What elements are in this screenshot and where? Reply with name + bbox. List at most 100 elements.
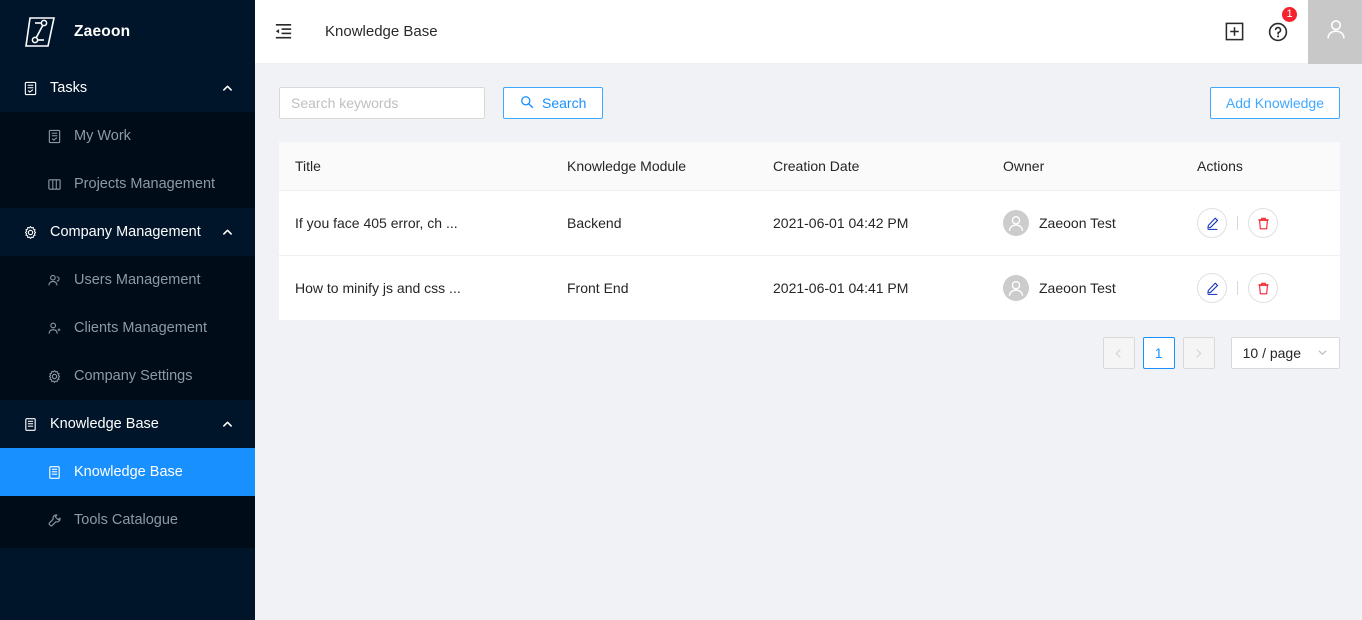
brand-name: Zaeoon (74, 23, 131, 40)
zaeoon-z-logo-icon (22, 12, 60, 52)
avatar[interactable] (1308, 0, 1362, 64)
sidebar-group-label: Company Management (50, 224, 201, 240)
owner-name: Zaeoon Test (1039, 215, 1116, 231)
chevron-up-icon[interactable] (221, 226, 233, 238)
column-header-title: Title (279, 142, 551, 191)
knowledge-table: Title Knowledge Module Creation Date Own… (279, 142, 1340, 321)
project-board-icon (46, 176, 62, 192)
sidebar-item-company-settings[interactable]: Company Settings (0, 352, 255, 400)
tasks-book-icon (22, 80, 38, 96)
table-body: If you face 405 error, ch ... Backend 20… (279, 190, 1340, 321)
user-avatar-icon (1003, 275, 1029, 301)
table-header-row: Title Knowledge Module Creation Date Own… (279, 142, 1340, 191)
team-icon (46, 272, 62, 288)
sidebar-menu: Tasks My Work Projects Management Compan… (0, 64, 255, 548)
sidebar-item-label: Projects Management (74, 176, 216, 192)
search-input[interactable] (279, 87, 485, 119)
action-divider (1237, 281, 1238, 295)
chevron-up-icon[interactable] (221, 418, 233, 430)
sidebar-group-tasks[interactable]: Tasks (0, 64, 255, 112)
pagination: 1 10 / page (279, 321, 1340, 369)
topbar: Knowledge Base 1 (255, 0, 1362, 64)
book-icon (46, 464, 62, 480)
brand-logo-row[interactable]: Zaeoon (0, 0, 255, 64)
table-row: How to minify js and css ... Front End 2… (279, 255, 1340, 321)
app-root: Zaeoon Tasks My Work Projects Management… (0, 0, 1362, 620)
cell-module: Front End (551, 255, 757, 321)
book-icon (46, 128, 62, 144)
sidebar-item-knowledge-base[interactable]: Knowledge Base (0, 448, 255, 496)
gear-icon (22, 224, 38, 240)
page-size-select[interactable]: 10 / page (1230, 337, 1340, 369)
search-toolbar: Search Add Knowledge (279, 64, 1340, 142)
sidebar-item-label: Users Management (74, 272, 201, 288)
user-add-icon (46, 320, 62, 336)
pagination-prev-button[interactable] (1102, 337, 1135, 369)
column-header-actions: Actions (1181, 142, 1340, 191)
sidebar-filler (0, 548, 255, 620)
trash-icon[interactable] (1248, 273, 1278, 303)
table-row: If you face 405 error, ch ... Backend 20… (279, 190, 1340, 256)
column-header-owner: Owner (987, 142, 1181, 191)
owner-name: Zaeoon Test (1039, 280, 1116, 296)
sidebar-sublist-knowledge-base: Knowledge Base Tools Catalogue (0, 448, 255, 544)
sidebar-item-label: Company Settings (74, 368, 193, 384)
cell-owner: Zaeoon Test (987, 190, 1181, 256)
chevron-down-icon (1317, 345, 1328, 361)
sidebar-item-users-management[interactable]: Users Management (0, 256, 255, 304)
sidebar-item-clients-management[interactable]: Clients Management (0, 304, 255, 352)
knowledge-table-card: Title Knowledge Module Creation Date Own… (279, 142, 1340, 321)
user-avatar-icon (1003, 210, 1029, 236)
sidebar-sublist-company-management: Users Management Clients Management Comp… (0, 256, 255, 400)
sidebar-sublist-tasks: My Work Projects Management (0, 112, 255, 208)
cell-module: Backend (551, 190, 757, 256)
cell-actions (1181, 190, 1340, 256)
chevron-left-icon (1115, 348, 1121, 358)
cell-actions (1181, 255, 1340, 321)
sidebar: Zaeoon Tasks My Work Projects Management… (0, 0, 255, 620)
cell-date: 2021-06-01 04:41 PM (757, 255, 987, 321)
sidebar-item-label: My Work (74, 128, 131, 144)
chevron-up-icon[interactable] (221, 82, 233, 94)
page-size-label: 10 / page (1242, 345, 1301, 361)
help-notification-badge: 1 (1281, 5, 1298, 23)
search-button[interactable]: Search (503, 87, 604, 119)
content-area: Search Add Knowledge Title Knowledge Mod… (255, 64, 1362, 620)
edit-pen-icon[interactable] (1197, 273, 1227, 303)
sidebar-item-my-work[interactable]: My Work (0, 112, 255, 160)
sidebar-item-label: Tools Catalogue (74, 512, 178, 528)
cell-date: 2021-06-01 04:42 PM (757, 190, 987, 256)
search-button-label: Search (542, 95, 587, 111)
chevron-right-icon (1196, 348, 1202, 358)
search-icon (520, 95, 534, 112)
column-header-module: Knowledge Module (551, 142, 757, 191)
action-divider (1237, 216, 1238, 230)
main-area: Knowledge Base 1 Search keywords Search … (255, 0, 1362, 620)
sidebar-group-knowledge-base[interactable]: Knowledge Base (0, 400, 255, 448)
pagination-page-1[interactable]: 1 (1142, 337, 1175, 369)
edit-pen-icon[interactable] (1197, 208, 1227, 238)
sidebar-item-projects-management[interactable]: Projects Management (0, 160, 255, 208)
cell-title: How to minify js and css ... (279, 255, 551, 321)
cell-title: If you face 405 error, ch ... (279, 190, 551, 256)
add-knowledge-button[interactable]: Add Knowledge (1209, 87, 1340, 119)
sidebar-group-label: Tasks (50, 80, 88, 96)
sidebar-item-label: Clients Management (74, 320, 207, 336)
plus-square-icon[interactable] (1212, 0, 1256, 64)
cell-owner: Zaeoon Test (987, 255, 1181, 321)
sidebar-group-label: Knowledge Base (50, 416, 159, 432)
wrench-icon (46, 512, 62, 528)
question-circle-icon[interactable]: 1 (1256, 0, 1300, 64)
gear-icon (46, 368, 62, 384)
page-title: Knowledge Base (325, 23, 438, 40)
pagination-next-button[interactable] (1182, 337, 1215, 369)
user-avatar-icon (1322, 15, 1350, 48)
book-icon (22, 416, 38, 432)
sidebar-group-company-management[interactable]: Company Management (0, 208, 255, 256)
table-header: Title Knowledge Module Creation Date Own… (279, 142, 1340, 191)
sidebar-item-label: Knowledge Base (74, 464, 183, 480)
menu-fold-icon[interactable] (255, 0, 311, 64)
column-header-date: Creation Date (757, 142, 987, 191)
trash-icon[interactable] (1248, 208, 1278, 238)
sidebar-item-tools-catalogue[interactable]: Tools Catalogue (0, 496, 255, 544)
